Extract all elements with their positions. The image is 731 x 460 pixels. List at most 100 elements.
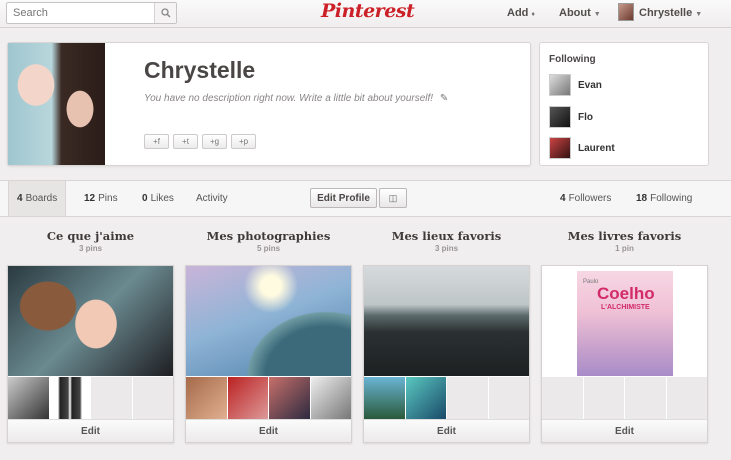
board-card[interactable]: Edit: [7, 265, 174, 443]
tab-likes[interactable]: 0 Likes: [142, 181, 174, 216]
followers-count: 4: [560, 193, 566, 204]
board-thumbnail: [488, 377, 529, 419]
board-thumbnail: [666, 377, 707, 419]
board-thumbnail: [542, 377, 583, 419]
tab-pins[interactable]: 12 Pins: [84, 181, 118, 216]
tab-following[interactable]: 18 Following: [636, 181, 692, 216]
profile-description-text: You have no description right now. Write…: [144, 93, 434, 104]
chevron-down-icon: ▼: [695, 11, 703, 18]
board-thumbnails: [364, 377, 529, 419]
social-buttons: +f +t +g +p: [144, 134, 256, 149]
board-title[interactable]: Mes livres favoris: [541, 229, 708, 244]
about-label: About: [559, 7, 591, 19]
following-item[interactable]: Laurent: [549, 136, 615, 160]
following-item[interactable]: Evan: [549, 73, 602, 97]
likes-label: Likes: [150, 193, 174, 204]
board-thumbnail: [447, 377, 488, 419]
website-button[interactable]: +g: [202, 134, 227, 149]
board-title[interactable]: Mes lieux favoris: [363, 229, 530, 244]
add-label: Add: [507, 7, 529, 19]
board-thumbnail: [583, 377, 624, 419]
user-avatar[interactable]: [618, 3, 634, 21]
book-cover: Paulo Coelho L'ALCHIMISTE: [577, 271, 673, 376]
twitter-button[interactable]: +t: [173, 134, 198, 149]
board-card[interactable]: Edit: [185, 265, 352, 443]
tab-followers[interactable]: 4 Followers: [560, 181, 611, 216]
about-menu[interactable]: About ▼: [559, 7, 601, 19]
board-thumbnails: [8, 377, 173, 419]
search-button[interactable]: [154, 3, 176, 23]
following-card: Following Evan Flo Laurent: [539, 42, 709, 166]
book-title: L'ALCHIMISTE: [601, 304, 650, 311]
pinterest-logo[interactable]: Pinterest: [321, 0, 415, 26]
layout-icon: ◫: [388, 192, 398, 203]
board-thumbnail[interactable]: [8, 377, 49, 419]
board-cover-image[interactable]: Paulo Coelho L'ALCHIMISTE: [542, 266, 707, 376]
board-thumbnails: [542, 377, 707, 419]
board: Mes photographies 5 pins Edit: [185, 229, 352, 443]
board-edit-button[interactable]: Edit: [364, 419, 529, 442]
board-title[interactable]: Mes photographies: [185, 229, 352, 244]
board-thumbnail[interactable]: [310, 377, 351, 419]
pencil-icon[interactable]: ✎: [440, 93, 448, 104]
pins-count: 12: [84, 193, 96, 204]
board-cover-image[interactable]: [364, 266, 529, 376]
top-bar: Pinterest Add♦ About▼ Chrystelle▼: [0, 0, 731, 28]
board-cover-image[interactable]: [8, 266, 173, 376]
tab-boards[interactable]: 4 Boards: [8, 181, 67, 216]
book-surname: Coelho: [597, 284, 655, 303]
board-cover-image[interactable]: [186, 266, 351, 376]
activity-label: Activity: [196, 193, 228, 204]
following-name: Laurent: [578, 142, 615, 154]
edit-profile-button[interactable]: Edit Profile: [310, 188, 377, 208]
board-thumbnail: [625, 377, 666, 419]
plus-icon: ♦: [531, 11, 535, 18]
board-thumbnail[interactable]: [49, 377, 90, 419]
board-edit-button[interactable]: Edit: [8, 419, 173, 442]
board: Ce que j'aime 3 pins Edit: [7, 229, 174, 443]
following-name: Flo: [578, 111, 593, 123]
following-item[interactable]: Flo: [549, 105, 593, 129]
profile-tabs-bar: 4 Boards 12 Pins 0 Likes Activity Edit Prof…: [0, 180, 731, 217]
profile-card: Chrystelle You have no description right…: [7, 42, 531, 166]
board-thumbnail[interactable]: [186, 377, 227, 419]
board-edit-button[interactable]: Edit: [186, 419, 351, 442]
board-thumbnail[interactable]: [227, 377, 268, 419]
profile-name: Chrystelle: [144, 57, 256, 83]
board-thumbnail[interactable]: [405, 377, 446, 419]
following-title: Following: [549, 54, 596, 65]
tab-activity[interactable]: Activity: [196, 181, 228, 216]
following-count: 18: [636, 193, 648, 204]
board-thumbnail[interactable]: [269, 377, 310, 419]
search-input[interactable]: [7, 3, 155, 23]
board-card[interactable]: Edit: [363, 265, 530, 443]
board-thumbnail: [132, 377, 173, 419]
add-menu[interactable]: Add ♦: [507, 7, 535, 19]
chevron-down-icon: ▼: [593, 11, 601, 18]
pins-label: Pins: [98, 193, 118, 204]
facebook-button[interactable]: +f: [144, 134, 169, 149]
profile-description[interactable]: You have no description right now. Write…: [144, 93, 448, 104]
following-avatar: [549, 106, 571, 128]
location-button[interactable]: +p: [231, 134, 256, 149]
board-thumbnail[interactable]: [364, 377, 405, 419]
board-pin-count: 3 pins: [78, 244, 103, 253]
board-title[interactable]: Ce que j'aime: [7, 229, 174, 244]
boards-count: 4: [17, 193, 23, 204]
board-card[interactable]: Paulo Coelho L'ALCHIMISTE Edit: [541, 265, 708, 443]
board-thumbnails: [186, 377, 351, 419]
layout-toggle-button[interactable]: ◫: [379, 188, 407, 208]
following-label: Following: [650, 193, 693, 204]
board-edit-button[interactable]: Edit: [542, 419, 707, 442]
search-box: [6, 2, 177, 24]
following-avatar: [549, 137, 571, 159]
board: Mes livres favoris 1 pin Paulo Coelho L'…: [541, 229, 708, 443]
user-menu[interactable]: Chrystelle ▼: [639, 7, 702, 19]
likes-count: 0: [142, 193, 148, 204]
user-label: Chrystelle: [639, 7, 693, 19]
following-avatar: [549, 74, 571, 96]
followers-label: Followers: [568, 193, 612, 204]
profile-photo: [8, 43, 105, 165]
following-name: Evan: [578, 79, 602, 91]
boards-label: Boards: [25, 193, 58, 204]
